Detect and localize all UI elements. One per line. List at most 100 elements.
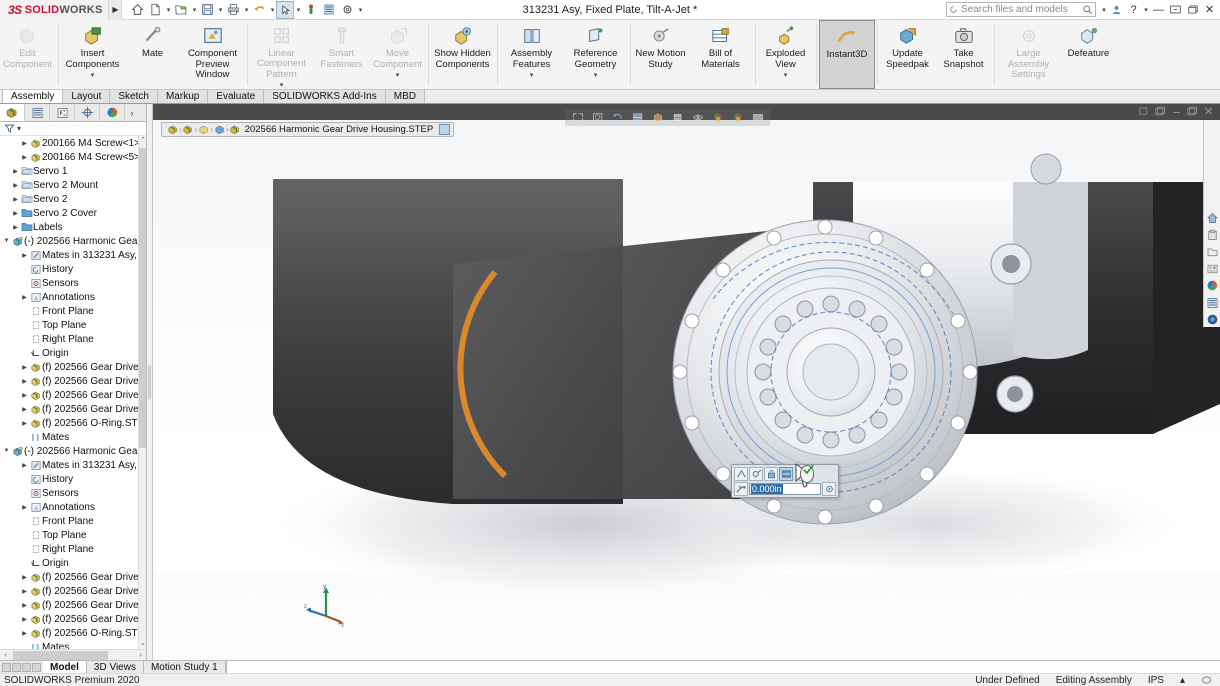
tree-expand-arrow-icon[interactable]: ▼	[2, 238, 11, 244]
ribbon-button-dropdown-caret[interactable]: ▾	[91, 71, 95, 79]
move-handle-icon[interactable]	[734, 482, 748, 496]
maximize-button[interactable]	[1184, 0, 1201, 20]
tree-item[interactable]: ▶200166 M4 Screw<1> (Def	[0, 136, 146, 150]
tree-item[interactable]: Front Plane	[0, 304, 146, 318]
feature-tree-horizontal-scrollbar[interactable]: ‹ ›	[0, 649, 146, 660]
feature-manager-tab[interactable]	[0, 104, 25, 121]
tree-item[interactable]: Origin	[0, 556, 146, 570]
close-button[interactable]: ✕	[1201, 0, 1218, 20]
open-document-dropdown[interactable]: ▾	[190, 1, 198, 19]
tree-collapse-arrow-icon[interactable]: ▶	[20, 392, 29, 399]
rebuild-icon[interactable]	[302, 1, 320, 19]
custom-properties-icon[interactable]	[1205, 295, 1220, 310]
previous-view-icon[interactable]	[610, 111, 625, 125]
ribbon-button-insert-components[interactable]: Insert Components▾	[61, 20, 125, 89]
edit-appearance-icon[interactable]	[710, 111, 725, 125]
section-view-icon[interactable]	[630, 111, 645, 125]
smart-dimension-icon[interactable]	[734, 467, 748, 481]
units-label[interactable]: IPS	[1148, 675, 1164, 686]
view-orientation-icon[interactable]	[650, 111, 665, 125]
units-caret[interactable]: ▴	[1180, 675, 1185, 686]
tree-item-label[interactable]: (f) 202566 Gear Drive Inner	[42, 586, 144, 597]
ribbon-button-bill-of-materials[interactable]: Bill of Materials	[689, 20, 753, 89]
tree-item[interactable]: ▶(f) 202566 Gear Drive Hous	[0, 570, 146, 584]
tree-item[interactable]: ▶(f) 202566 O-Ring.STEP<1:	[0, 626, 146, 640]
tree-item-label[interactable]: Servo 1	[33, 166, 67, 177]
account-icon[interactable]	[1108, 0, 1125, 20]
tree-expand-arrow-icon[interactable]: ▼	[2, 448, 11, 454]
dimension-options-icon[interactable]	[822, 482, 836, 496]
tree-item[interactable]: Right Plane	[0, 542, 146, 556]
ribbon-button-new-motion-study[interactable]: New Motion Study	[633, 20, 689, 89]
next-tab-icon[interactable]	[22, 663, 31, 672]
dimension-value-text[interactable]: 0.000in	[751, 484, 783, 494]
tree-item-label[interactable]: (f) 202566 Gear Drive Lip S	[42, 404, 144, 415]
print-dropdown[interactable]: ▾	[242, 1, 250, 19]
tree-item[interactable]: Front Plane	[0, 514, 146, 528]
tree-item-label[interactable]: (f) 202566 O-Ring.STEP<1:	[42, 418, 144, 429]
new-document-icon[interactable]	[146, 1, 164, 19]
tree-item[interactable]: ▼ (-) 202566 Harmonic Gear Driv	[0, 234, 146, 248]
tree-item-label[interactable]: (f) 202566 Gear Drive Hous	[42, 572, 144, 583]
dimxpert-manager-tab[interactable]	[75, 104, 100, 121]
tree-item[interactable]: ▶AAnnotations	[0, 290, 146, 304]
ribbon-button-dropdown-caret[interactable]: ▾	[396, 71, 400, 79]
display-style-icon[interactable]	[670, 111, 685, 125]
tree-collapse-arrow-icon[interactable]: ▶	[20, 630, 29, 637]
tree-collapse-arrow-icon[interactable]: ▶	[11, 168, 20, 175]
breadcrumb-assembly-icon[interactable]	[165, 123, 180, 136]
view-settings-icon[interactable]	[750, 111, 765, 125]
tree-item[interactable]: ▶Servo 2 Mount	[0, 178, 146, 192]
tree-item[interactable]: History	[0, 472, 146, 486]
tree-item[interactable]: ▶Mates in 313231 Asy, Fixed	[0, 248, 146, 262]
status-overlay-icon[interactable]	[1201, 675, 1212, 685]
tree-item-label[interactable]: Sensors	[42, 488, 79, 499]
more-tabs-chevron-icon[interactable]: ›	[125, 104, 139, 121]
bottom-tab-model[interactable]: Model	[43, 661, 87, 673]
tree-item[interactable]: ▶(f) 202566 Gear Drive Lip S	[0, 612, 146, 626]
breadcrumb-body-icon[interactable]	[212, 123, 227, 136]
feature-tree-filter[interactable]: ▾	[0, 122, 146, 136]
hscroll-right-arrow[interactable]: ›	[135, 652, 146, 659]
select-cursor-icon[interactable]	[276, 1, 294, 19]
ribbon-button-dropdown-caret[interactable]: ▾	[280, 81, 284, 89]
tree-item-label[interactable]: (-) 202566 Harmonic Gear Driv	[24, 236, 144, 247]
restore-window-icon[interactable]	[1139, 106, 1152, 118]
tree-item[interactable]: Mates	[0, 430, 146, 444]
minimize-window-icon[interactable]	[1171, 106, 1184, 118]
apply-scene-icon[interactable]	[730, 111, 745, 125]
instant3d-dimension-popup[interactable]: 0.000in	[731, 464, 839, 498]
tree-scroll-up-arrow[interactable]: ⌃	[139, 136, 146, 146]
breadcrumb-subassembly-icon[interactable]	[181, 123, 196, 136]
tree-item[interactable]: ▶(f) 202566 Gear Drive Inner	[0, 584, 146, 598]
tree-item[interactable]: Right Plane	[0, 332, 146, 346]
tree-collapse-arrow-icon[interactable]: ▶	[11, 182, 20, 189]
tree-item-label[interactable]: Annotations	[42, 292, 95, 303]
undo-icon[interactable]	[250, 1, 268, 19]
tree-item[interactable]: ▶Labels	[0, 220, 146, 234]
tree-item[interactable]: ▶Servo 2 Cover	[0, 206, 146, 220]
pin-restore-button[interactable]	[1167, 0, 1184, 20]
last-tab-icon[interactable]	[32, 663, 41, 672]
options-gear-icon[interactable]	[338, 1, 356, 19]
tree-collapse-arrow-icon[interactable]: ▶	[20, 154, 29, 161]
tree-collapse-arrow-icon[interactable]: ▶	[11, 224, 20, 231]
tree-collapse-arrow-icon[interactable]: ▶	[20, 252, 29, 259]
save-icon[interactable]	[198, 1, 216, 19]
ribbon-button-instant3d[interactable]: Instant3D	[819, 20, 875, 89]
hscroll-track[interactable]	[11, 651, 135, 660]
breadcrumb-face-icon[interactable]	[228, 123, 243, 136]
tree-item[interactable]: Mates	[0, 640, 146, 649]
tree-collapse-arrow-icon[interactable]: ▶	[20, 294, 29, 301]
home-icon[interactable]	[128, 1, 146, 19]
design-library-icon[interactable]	[1205, 227, 1220, 242]
view-palette-icon[interactable]	[1205, 261, 1220, 276]
tree-item[interactable]: ▶(f) 202566 Gear Drive Lip S	[0, 402, 146, 416]
options-dropdown[interactable]: ▾	[356, 1, 364, 19]
ribbon-button-take-snapshot[interactable]: Take Snapshot	[936, 20, 992, 89]
tree-item-label[interactable]: History	[42, 264, 73, 275]
file-explorer-icon[interactable]	[1205, 244, 1220, 259]
tree-collapse-arrow-icon[interactable]: ▶	[20, 364, 29, 371]
tree-collapse-arrow-icon[interactable]: ▶	[20, 378, 29, 385]
first-tab-icon[interactable]	[2, 663, 11, 672]
